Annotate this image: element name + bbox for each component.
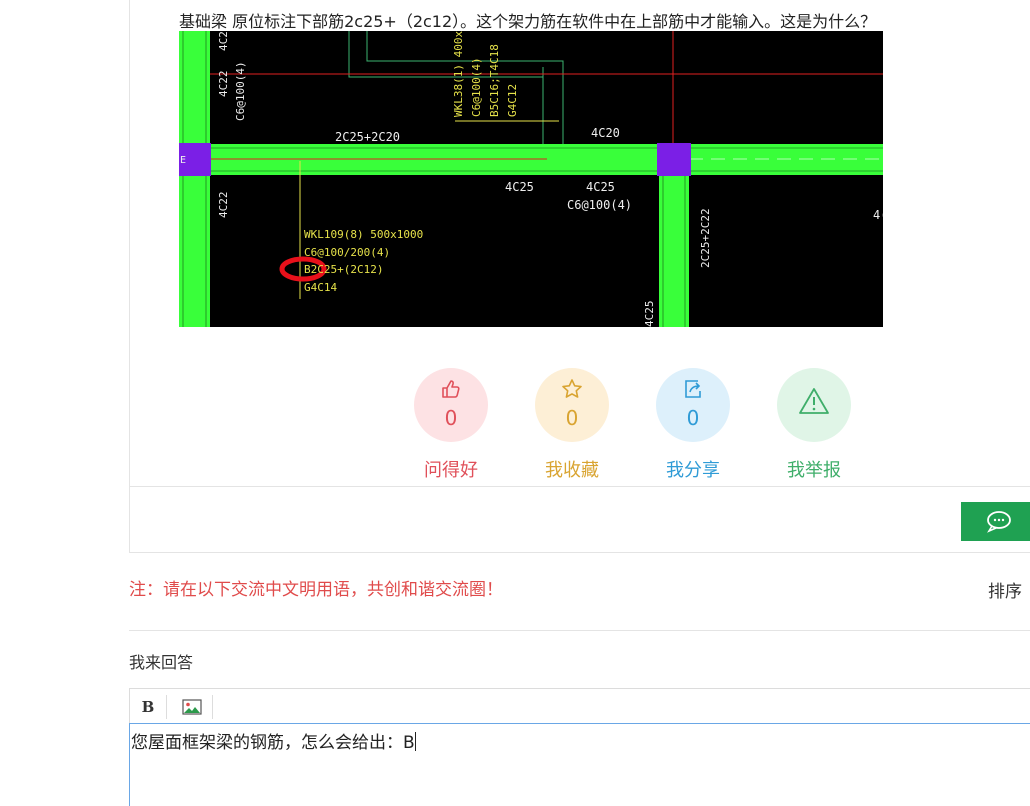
cad-label: 2C25+2C22 — [699, 208, 712, 268]
divider — [129, 486, 1030, 487]
star-icon — [535, 378, 609, 400]
cad-drawing-image[interactable]: 4C2 4C22 C6@100(4) 4C22 2C25+2C20 4C20 4… — [179, 31, 883, 327]
favorite-count: 0 — [565, 406, 579, 430]
cad-label: C6@100(4) — [567, 198, 632, 212]
report-circle[interactable] — [777, 368, 851, 442]
cad-label: WKL109(8) 500x1000 — [304, 228, 423, 241]
cad-label: 4C20 — [591, 126, 620, 140]
favorite-label: 我收藏 — [545, 460, 599, 481]
like-label: 问得好 — [424, 460, 478, 481]
toolbar-divider — [212, 695, 213, 719]
image-icon — [182, 698, 202, 715]
text-caret — [414, 732, 416, 751]
cad-label: 4C22 — [217, 71, 230, 98]
cad-label: WKL38(1) 400x1 — [452, 31, 465, 117]
favorite-circle[interactable]: 0 — [535, 368, 609, 442]
answer-text: 您屋面框架梁的钢筋，怎么会给出：B — [131, 733, 415, 753]
sort-button[interactable]: 排序 — [988, 577, 1022, 602]
like-count: 0 — [444, 406, 458, 430]
bold-button[interactable]: B — [130, 689, 166, 724]
insert-image-button[interactable] — [174, 689, 210, 724]
comment-button[interactable] — [961, 502, 1030, 541]
cad-label: 4C25 — [586, 180, 615, 194]
share-circle[interactable]: 0 — [656, 368, 730, 442]
report-label: 我举报 — [787, 460, 841, 481]
report-button[interactable]: 我举报 — [759, 368, 869, 482]
share-count: 0 — [686, 406, 700, 430]
cad-label: C6@100(4) — [470, 57, 483, 117]
favorite-button[interactable]: 0 我收藏 — [517, 368, 627, 482]
cad-label: 4C22 — [217, 192, 230, 219]
answer-textarea[interactable]: 您屋面框架梁的钢筋，怎么会给出：B — [129, 723, 1030, 806]
cad-label: 2C25+2C20 — [335, 130, 400, 144]
thumbs-up-icon — [414, 378, 488, 400]
cad-label: 4C25 — [643, 301, 656, 328]
cad-label: 4C25 — [505, 180, 534, 194]
editor-toolbar: B — [129, 688, 1030, 723]
civility-notice: 注：请在以下交流中文明用语，共创和谐交流圈！ — [129, 580, 503, 600]
divider — [129, 630, 1030, 631]
warning-icon — [777, 386, 851, 416]
cad-label: B5C16;T4C18 — [488, 44, 501, 117]
divider — [129, 552, 1030, 553]
answer-section-title: 我来回答 — [129, 653, 194, 672]
share-icon — [656, 378, 730, 400]
like-button[interactable]: 0 问得好 — [396, 368, 506, 482]
cad-label: B2C25+(2C12) — [304, 263, 383, 276]
cad-label: C6@100(4) — [234, 61, 247, 121]
toolbar-divider — [166, 695, 167, 719]
question-text: 基础梁 原位标注下部筋2c25+（2c12）。这个架力筋在软件中在上部筋中才能输… — [179, 12, 877, 31]
cad-label: 4C2 — [217, 31, 230, 51]
cad-label: G4C14 — [304, 281, 337, 294]
chat-bubble-icon — [987, 511, 1011, 533]
cad-label: 4( — [873, 208, 883, 222]
cad-label: G4C12 — [506, 84, 519, 117]
answer-editor: B 您屋面框架梁的钢筋，怎么会给出：B — [129, 688, 1030, 806]
share-label: 我分享 — [666, 460, 720, 481]
bold-label: B — [141, 697, 155, 716]
like-circle[interactable]: 0 — [414, 368, 488, 442]
cad-label: E — [180, 155, 186, 166]
cad-label: C6@100/200(4) — [304, 246, 390, 259]
action-bar: 0 问得好 0 我收藏 0 我分享 我举报 — [0, 368, 1030, 488]
share-button[interactable]: 0 我分享 — [638, 368, 748, 482]
